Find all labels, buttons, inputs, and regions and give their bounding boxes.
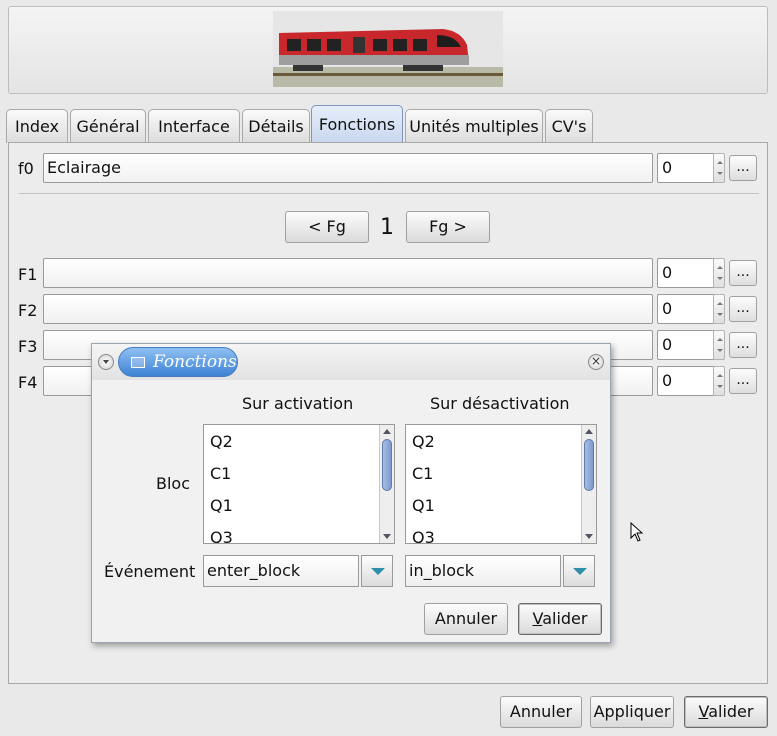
- f1-label: F1: [18, 265, 38, 284]
- dialog-validate-button[interactable]: Valider: [518, 603, 602, 635]
- activation-header: Sur activation: [242, 394, 354, 413]
- dialog-title-pill: Fonctions: [118, 347, 238, 377]
- f1-spin-arrows[interactable]: [713, 258, 725, 288]
- scroll-up-icon: [383, 429, 391, 434]
- tab-unites-multiples[interactable]: Unités multiples: [405, 109, 543, 143]
- deactivation-block-list[interactable]: Q2 C1 Q1 Q3: [405, 424, 597, 544]
- scroll-down-icon: [585, 534, 593, 539]
- f3-label: F3: [18, 337, 38, 356]
- f0-value-spinbox[interactable]: 0: [657, 153, 715, 183]
- window-menu-icon[interactable]: [98, 354, 114, 370]
- f4-value-spinbox[interactable]: 0: [657, 366, 715, 396]
- deactivation-header: Sur désactivation: [430, 394, 570, 413]
- fonctions-dialog: Fonctions × Sur activation Sur désactiva…: [91, 343, 611, 643]
- tab-general[interactable]: Général: [70, 109, 146, 143]
- tab-index[interactable]: Index: [6, 109, 68, 143]
- f1-name-input[interactable]: [43, 258, 653, 288]
- list-item[interactable]: Q2: [412, 432, 435, 451]
- close-icon[interactable]: ×: [588, 354, 604, 370]
- dialog-title: Fonctions: [153, 352, 237, 372]
- cancel-button[interactable]: Annuler: [500, 696, 582, 728]
- dialog-titlebar[interactable]: Fonctions ×: [92, 344, 610, 380]
- deactivation-event-select[interactable]: in_block: [405, 555, 595, 587]
- next-fg-button[interactable]: Fg >: [406, 211, 490, 243]
- scroll-up-icon: [585, 429, 593, 434]
- f1-more-button[interactable]: ...: [729, 260, 757, 286]
- activation-event-value: enter_block: [203, 555, 359, 587]
- list-item[interactable]: C1: [412, 464, 433, 483]
- f1-value-spinbox[interactable]: 0: [657, 258, 715, 288]
- validate-button[interactable]: Valider: [684, 696, 768, 728]
- validate-mnemonic: V: [698, 702, 709, 721]
- list-item[interactable]: Q1: [412, 496, 435, 515]
- activation-block-list[interactable]: Q2 C1 Q1 Q3: [203, 424, 395, 544]
- f4-label: F4: [18, 373, 38, 392]
- tab-fonctions[interactable]: Fonctions: [311, 105, 403, 143]
- window-icon: [131, 357, 145, 368]
- list-item[interactable]: C1: [210, 464, 231, 483]
- bloc-label: Bloc: [156, 474, 191, 493]
- f2-value-spinbox[interactable]: 0: [657, 294, 715, 324]
- f2-name-input[interactable]: [43, 294, 653, 324]
- tab-details[interactable]: Détails: [242, 109, 310, 143]
- page-number: 1: [380, 215, 394, 240]
- list-item[interactable]: Q1: [210, 496, 233, 515]
- f3-more-button[interactable]: ...: [729, 332, 757, 358]
- scroll-thumb: [382, 439, 392, 491]
- f4-spin-arrows[interactable]: [713, 366, 725, 396]
- validate-label-rest: alider: [708, 702, 754, 721]
- f2-label: F2: [18, 301, 38, 320]
- deactivation-event-value: in_block: [405, 555, 561, 587]
- scroll-down-icon: [383, 534, 391, 539]
- f2-more-button[interactable]: ...: [729, 296, 757, 322]
- f3-value-spinbox[interactable]: 0: [657, 330, 715, 360]
- apply-button[interactable]: Appliquer: [590, 696, 674, 728]
- separator: [19, 193, 759, 194]
- f0-more-button[interactable]: ...: [729, 155, 757, 181]
- f0-name-input[interactable]: Eclairage: [43, 153, 653, 183]
- prev-fg-button[interactable]: < Fg: [285, 211, 369, 243]
- f3-spin-arrows[interactable]: [713, 330, 725, 360]
- chevron-down-icon[interactable]: [563, 555, 595, 587]
- f2-spin-arrows[interactable]: [713, 294, 725, 324]
- tab-interface[interactable]: Interface: [148, 109, 240, 143]
- dialog-validate-label-rest: alider: [542, 609, 588, 628]
- deactivation-list-scrollbar[interactable]: [581, 425, 596, 543]
- activation-list-scrollbar[interactable]: [379, 425, 394, 543]
- locomotive-photo: [273, 11, 503, 87]
- f4-more-button[interactable]: ...: [729, 368, 757, 394]
- dialog-validate-mnemonic: V: [532, 609, 543, 628]
- event-label: Événement: [104, 562, 196, 581]
- scroll-thumb: [584, 439, 594, 491]
- list-item[interactable]: Q3: [412, 528, 435, 543]
- f0-label: f0: [18, 159, 34, 178]
- activation-event-select[interactable]: enter_block: [203, 555, 393, 587]
- dialog-cancel-button[interactable]: Annuler: [424, 603, 508, 635]
- list-item[interactable]: Q3: [210, 528, 233, 543]
- tab-cvs[interactable]: CV's: [545, 109, 593, 143]
- list-item[interactable]: Q2: [210, 432, 233, 451]
- header-banner: [8, 6, 768, 94]
- mouse-cursor-icon: [630, 521, 644, 546]
- f0-spin-arrows[interactable]: [713, 153, 725, 183]
- chevron-down-icon[interactable]: [361, 555, 393, 587]
